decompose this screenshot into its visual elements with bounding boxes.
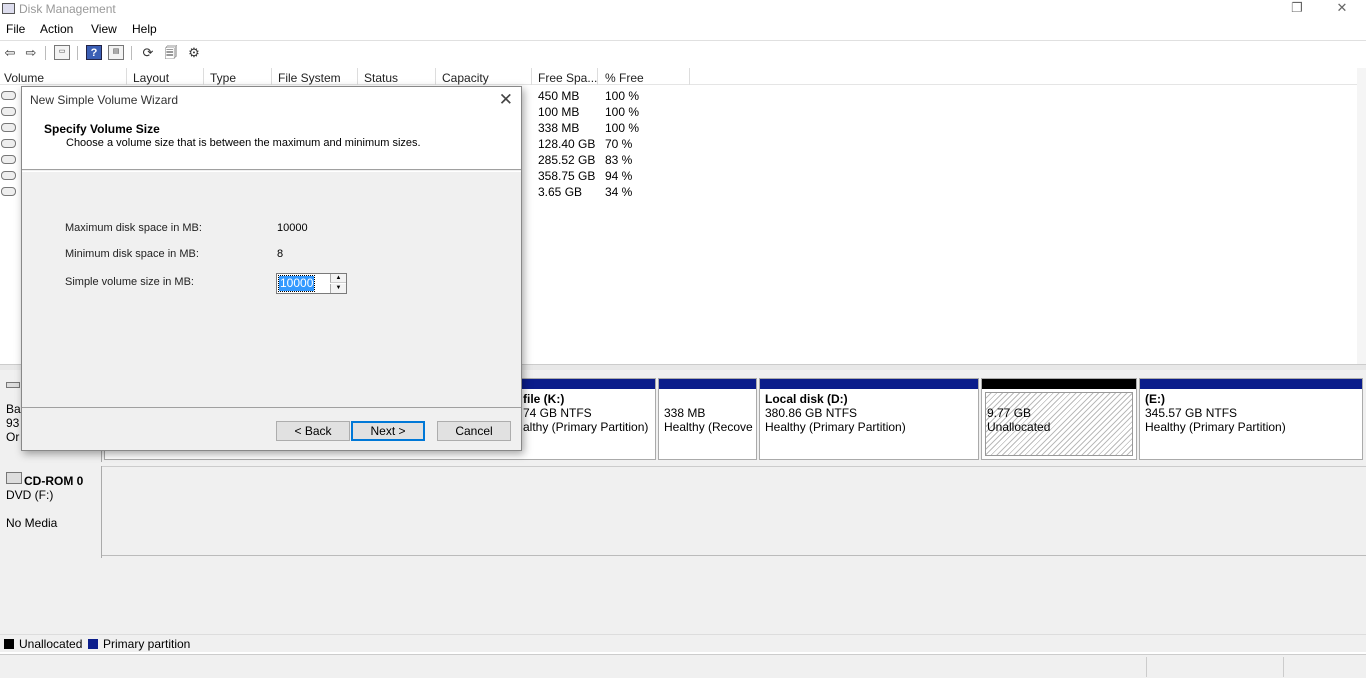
close-icon[interactable]: ✕	[499, 90, 513, 110]
dialog-header: Specify Volume Size Choose a volume size…	[22, 113, 521, 170]
step-heading: Specify Volume Size	[44, 122, 160, 136]
cdrom-label[interactable]: CD-ROM 0 DVD (F:) No Media	[0, 466, 102, 558]
back-button[interactable]: < Back	[276, 421, 350, 441]
min-space-label: Minimum disk space in MB:	[65, 248, 199, 260]
partition-e[interactable]: (E:) 345.57 GB NTFS Healthy (Primary Par…	[1139, 378, 1363, 460]
new-simple-volume-wizard: New Simple Volume Wizard ✕ Specify Volum…	[21, 86, 522, 451]
volume-icon	[1, 139, 16, 148]
rescan-disks-icon[interactable]: 🗐	[163, 45, 179, 60]
vertical-scrollbar[interactable]	[1357, 68, 1366, 364]
title-bar: Disk Management ❐ ✕	[0, 0, 1366, 20]
show-hide-console-icon[interactable]: ▭	[54, 45, 70, 60]
menu-help[interactable]: Help	[132, 22, 157, 36]
col-free-space[interactable]: Free Spa...	[538, 71, 597, 85]
col-layout[interactable]: Layout	[133, 71, 169, 85]
max-space-label: Maximum disk space in MB:	[65, 222, 202, 234]
partition-recovery[interactable]: 338 MB Healthy (Recove	[658, 378, 757, 460]
menu-bar: File Action View Help	[0, 20, 1366, 39]
column-header: Volume Layout Type File System Status Ca…	[0, 68, 1366, 85]
disk-management-icon	[2, 3, 15, 14]
volume-icon	[1, 187, 16, 196]
dialog-title: New Simple Volume Wizard	[30, 93, 179, 107]
col-volume[interactable]: Volume	[4, 71, 44, 85]
col-filesystem[interactable]: File System	[278, 71, 341, 85]
toolbar: ⇦ ⇨ ▭ ? ▤ ⟳ 🗐 ⚙	[0, 40, 1366, 64]
legend-primary: Primary partition	[103, 637, 191, 651]
unallocated-swatch	[4, 639, 14, 649]
volume-icon	[1, 91, 16, 100]
menu-view[interactable]: View	[91, 22, 117, 36]
col-type[interactable]: Type	[210, 71, 236, 85]
volume-size-input[interactable]: 10000	[277, 275, 316, 292]
volume-icon	[1, 123, 16, 132]
spin-down-icon[interactable]: ▼	[330, 284, 346, 293]
min-space-value: 8	[277, 248, 284, 260]
legend: Unallocated Primary partition	[0, 634, 1366, 652]
close-icon[interactable]: ✕	[1327, 0, 1357, 16]
col-status[interactable]: Status	[364, 71, 398, 85]
col-percent-free[interactable]: % Free	[605, 71, 644, 85]
volume-icon	[1, 155, 16, 164]
volume-icon	[1, 171, 16, 180]
cdrom-area	[102, 466, 1366, 556]
menu-action[interactable]: Action	[40, 22, 73, 36]
help-icon[interactable]: ?	[86, 45, 102, 60]
dialog-title-bar: New Simple Volume Wizard ✕	[22, 87, 521, 113]
disk-icon	[6, 382, 20, 388]
spin-up-icon[interactable]: ▲	[330, 274, 346, 283]
legend-unallocated: Unallocated	[19, 637, 83, 651]
status-bar	[0, 654, 1366, 678]
restore-icon[interactable]: ❐	[1282, 0, 1312, 16]
forward-arrow-icon[interactable]: ⇨	[23, 45, 39, 60]
cdrom-icon	[6, 472, 22, 484]
volume-size-stepper[interactable]: 10000 ▲ ▼	[276, 273, 347, 294]
properties-icon[interactable]: ▤	[108, 45, 124, 60]
col-capacity[interactable]: Capacity	[442, 71, 489, 85]
back-arrow-icon[interactable]: ⇦	[2, 45, 18, 60]
next-button[interactable]: Next >	[351, 421, 425, 441]
partition-d[interactable]: Local disk (D:) 380.86 GB NTFS Healthy (…	[759, 378, 979, 460]
volume-size-label: Simple volume size in MB:	[65, 276, 194, 288]
refresh-icon[interactable]: ⟳	[140, 45, 156, 60]
window-title: Disk Management	[19, 2, 116, 16]
step-description: Choose a volume size that is between the…	[66, 137, 421, 149]
max-space-value: 10000	[277, 222, 308, 234]
menu-file[interactable]: File	[6, 22, 25, 36]
settings-icon[interactable]: ⚙	[186, 45, 202, 60]
cancel-button[interactable]: Cancel	[437, 421, 511, 441]
partition-unallocated[interactable]: 9.77 GB Unallocated	[981, 378, 1137, 460]
volume-icon	[1, 107, 16, 116]
primary-swatch	[88, 639, 98, 649]
